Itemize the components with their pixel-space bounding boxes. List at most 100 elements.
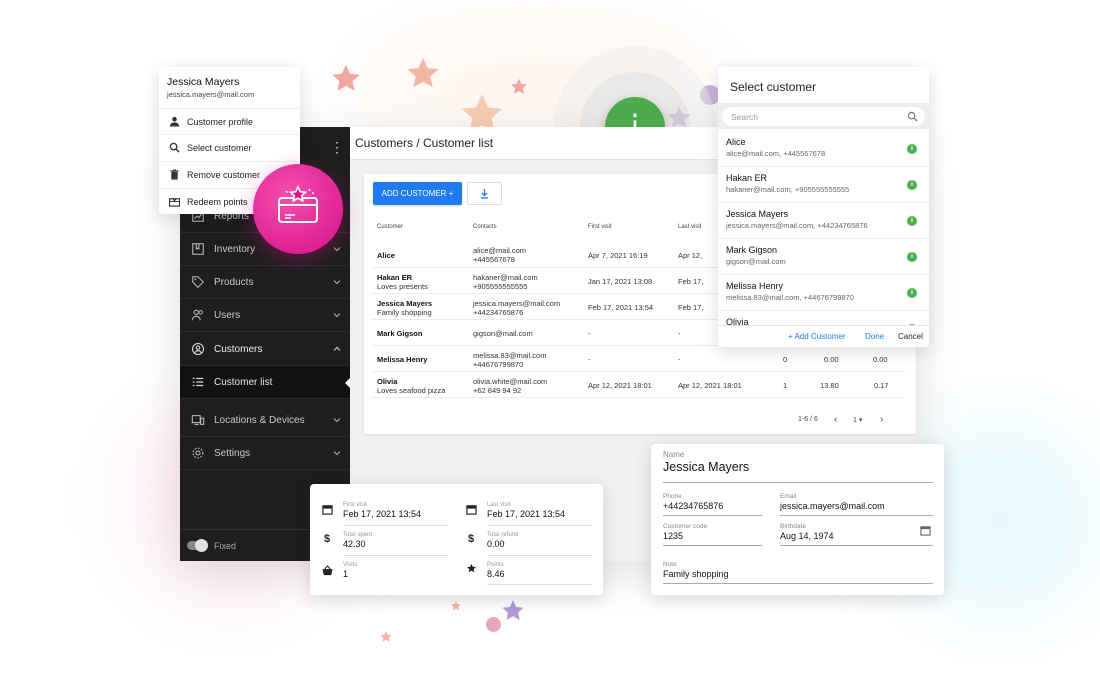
loyalty-card-icon <box>278 185 318 223</box>
option-name: Mark Gigson <box>726 245 778 255</box>
search-input[interactable]: Search <box>722 107 925 126</box>
divider <box>487 555 592 556</box>
menu-item-select-customer[interactable]: Select customer <box>159 134 300 160</box>
sidebar-item-settings[interactable]: Settings <box>180 437 350 470</box>
customer-stats-card: First visit Feb 17, 2021 13:54 Last visi… <box>310 484 603 595</box>
context-user-email: jessica.mayers@mail.com <box>167 90 255 99</box>
divider <box>487 584 592 585</box>
name-field[interactable]: Name Jessica Mayers <box>663 450 933 483</box>
fixed-toggle[interactable] <box>187 539 208 552</box>
stat-visits: Visits 1 <box>322 562 357 579</box>
pagination-range: 1-6 / 6 <box>798 416 818 423</box>
customer-phone: +62 849 94 92 <box>473 386 522 395</box>
search-icon <box>169 142 180 153</box>
chevron-left-icon[interactable]: ‹ <box>834 414 837 425</box>
sidebar-item-locations-devices[interactable]: Locations & Devices <box>180 404 350 437</box>
field-label: Note <box>663 561 677 568</box>
first-visit: Apr 12, 2021 18:01 <box>588 381 652 390</box>
sidebar-item-users[interactable]: Users <box>180 299 350 332</box>
page-select[interactable]: 1 ▾ <box>853 416 862 424</box>
download-button[interactable] <box>467 182 502 205</box>
menu-item-customer-profile[interactable]: Customer profile <box>159 108 300 134</box>
cancel-button[interactable]: Cancel <box>898 332 923 341</box>
column-header-last-visit[interactable]: Last visit <box>678 224 701 230</box>
option-contacts: jessica.mayers@mail.com, +44234765876 <box>726 221 868 230</box>
sidebar-item-customers[interactable]: Customers <box>180 333 350 366</box>
column-header-contacts[interactable]: Contacts <box>473 224 497 230</box>
customer-name: Jessica Mayers <box>377 299 433 308</box>
more-vertical-icon[interactable]: ⋮ <box>330 139 344 155</box>
calendar-icon[interactable] <box>920 525 931 536</box>
info-icon[interactable]: i <box>907 252 917 262</box>
info-icon[interactable]: i <box>907 144 917 154</box>
customer-email: hakaner@mail.com <box>473 273 538 282</box>
stat-label: Total refund <box>487 532 519 538</box>
phone-field[interactable]: Phone +44234765876 <box>663 493 762 516</box>
email-field[interactable]: Email jessica.mayers@mail.com <box>780 493 933 516</box>
sidebar-item-label: Settings <box>214 447 251 459</box>
column-header-first-visit[interactable]: First visit <box>588 224 612 230</box>
sidebar-item-label: Locations & Devices <box>214 414 305 426</box>
divider <box>487 525 592 526</box>
dialog-title: Select customer <box>730 80 817 94</box>
last-visit: Apr 12, 2021 18:01 <box>678 381 742 390</box>
chevron-right-icon[interactable]: › <box>880 414 883 425</box>
customer-name: Alice <box>377 251 395 260</box>
note-field[interactable]: Note Family shopping <box>663 561 933 584</box>
customer-option[interactable]: Mark Gigson gigson@mail.com i <box>718 239 929 275</box>
customer-email: alice@mail.com <box>473 246 527 255</box>
last-visit: Apr 12, <box>678 251 703 260</box>
menu-item-label: Select customer <box>187 142 252 153</box>
option-name: Melissa Henry <box>726 281 784 291</box>
visits-count: 0 <box>783 355 788 364</box>
sidebar-item-label: Customer list <box>214 376 273 388</box>
field-value: Aug 14, 1974 <box>780 531 834 541</box>
option-contacts: hakaner@mail.com, +905555555555 <box>726 185 850 194</box>
table-row[interactable]: Olivia Loves seafood pizza olivia.white@m… <box>372 372 906 398</box>
customer-name: Hakan ER <box>377 273 413 282</box>
info-icon[interactable]: i <box>907 288 917 298</box>
customer-option[interactable]: Hakan ER hakaner@mail.com, +905555555555 i <box>718 167 929 203</box>
customer-option[interactable]: Jessica Mayers jessica.mayers@mail.com, +… <box>718 203 929 239</box>
info-icon[interactable]: i <box>907 216 917 226</box>
sidebar-item-customer-list[interactable]: Customer list <box>180 366 350 399</box>
sidebar-item-products[interactable]: Products <box>180 266 350 299</box>
customer-profile-card: Name Jessica Mayers Phone +44234765876 E… <box>651 444 944 595</box>
star-icon <box>467 563 476 573</box>
last-visit: - <box>678 329 681 338</box>
stat-first-visit: First visit Feb 17, 2021 13:54 <box>322 502 421 519</box>
last-visit: - <box>678 355 681 364</box>
field-value: Family shopping <box>663 569 729 579</box>
field-label: Birthdate <box>780 523 807 530</box>
info-icon[interactable]: i <box>907 180 917 190</box>
field-label: Email <box>780 493 797 500</box>
stat-label: Total spent <box>343 532 373 538</box>
customer-phone: +905555555555 <box>473 282 528 291</box>
field-value: Jessica Mayers <box>663 460 750 474</box>
customer-option[interactable]: Oliviai <box>718 311 929 325</box>
customer-code-field[interactable]: Customer code 1235 <box>663 523 762 546</box>
star-decoration <box>332 64 360 91</box>
download-icon <box>481 188 488 199</box>
search-icon <box>907 111 918 122</box>
total-spent: 0.00 <box>824 355 839 364</box>
person-circle-icon <box>191 342 205 356</box>
users-icon <box>191 309 203 321</box>
loyalty-card-badge <box>253 164 343 254</box>
chevron-down-icon <box>333 418 341 423</box>
sidebar-item-label: Users <box>214 309 241 321</box>
customer-option[interactable]: Alice alice@mail.com, +445567678 i <box>718 131 929 167</box>
divider <box>343 525 448 526</box>
stat-value: 42.30 <box>343 539 366 549</box>
chevron-down-icon <box>333 313 341 318</box>
done-button[interactable]: Done <box>865 332 884 341</box>
stat-total-spent: $ Total spent 42.30 <box>322 532 372 549</box>
column-header-customer[interactable]: Customer <box>377 224 403 230</box>
customer-option[interactable]: Melissa Henry melissa.83@mail.com, +44676… <box>718 275 929 311</box>
add-customer-link[interactable]: + Add Customer <box>788 332 846 341</box>
birthdate-field[interactable]: Birthdate Aug 14, 1974 <box>780 523 933 546</box>
first-visit: - <box>588 355 591 364</box>
add-customer-button[interactable]: ADD CUSTOMER + <box>373 182 462 205</box>
table-row[interactable]: Melissa Henry melissa.83@mail.com +446767… <box>372 346 906 372</box>
visits-count: 1 <box>783 381 788 390</box>
